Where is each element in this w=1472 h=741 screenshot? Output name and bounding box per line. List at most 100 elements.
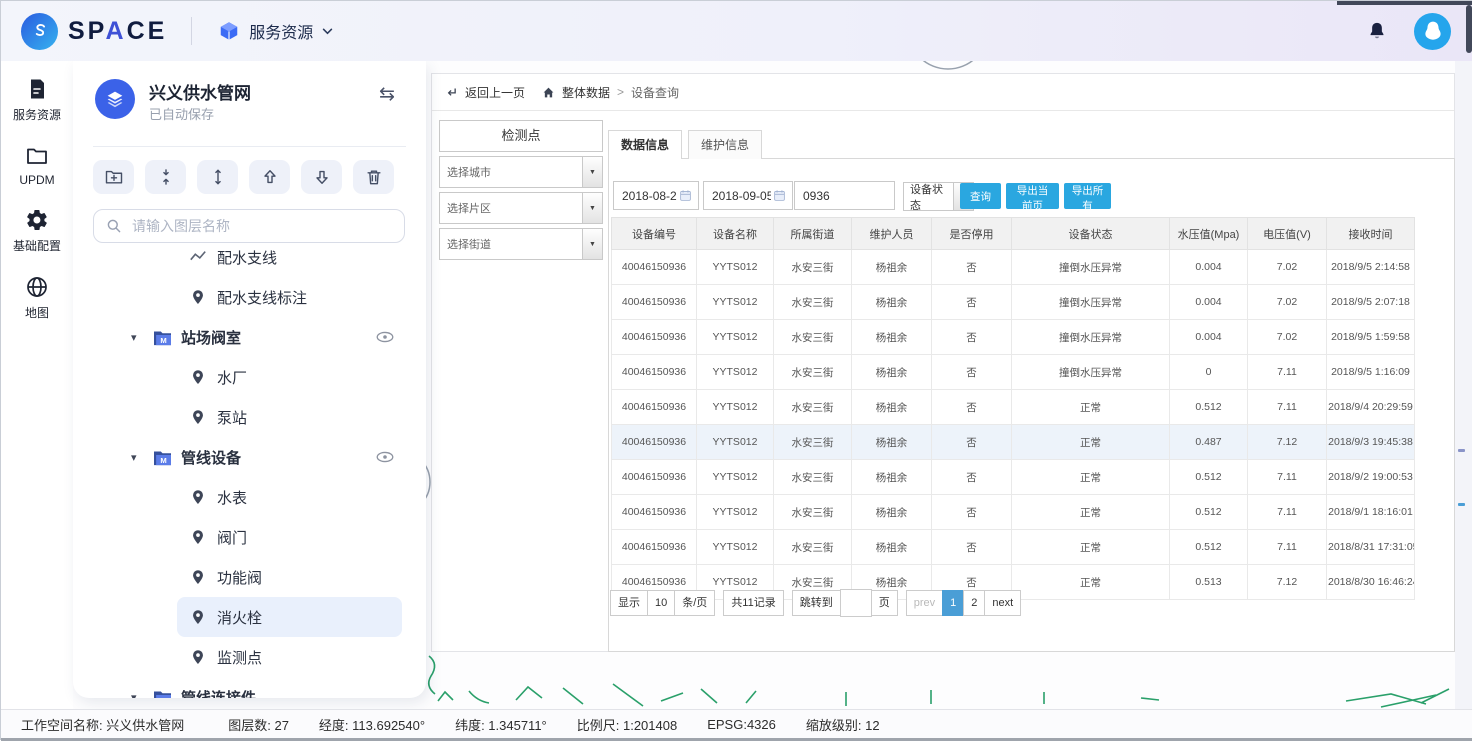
epsg-status: EPSG:4326 (707, 717, 776, 732)
table-row[interactable]: 40046150936YYTS012水安三街杨祖余否撞倒水压异常07.11201… (612, 355, 1415, 390)
layer-search-input[interactable] (130, 217, 374, 235)
select-city-placeholder: 选择城市 (440, 164, 582, 180)
layer-label: 阀门 (217, 527, 394, 548)
caret-down-icon[interactable]: ▾ (131, 691, 149, 699)
gear-icon (25, 208, 49, 232)
move-down-button[interactable] (301, 160, 342, 194)
breadcrumb-root[interactable]: 整体数据 (562, 84, 610, 101)
table-row[interactable]: 40046150936YYTS012水安三街杨祖余否正常0.5127.11201… (612, 530, 1415, 565)
sidebar-item-map[interactable]: 地图 (1, 275, 73, 321)
collapse-all-button[interactable] (145, 160, 186, 194)
caret-down-icon[interactable]: ▾ (131, 451, 149, 464)
layer-tree-item[interactable]: ▾ M 站场阀室 (123, 317, 402, 357)
workspace-title: 兴义供水管网 (149, 79, 251, 104)
calendar-icon[interactable] (773, 189, 786, 202)
eye-icon[interactable] (376, 331, 394, 343)
app-logo[interactable] (21, 13, 58, 50)
switch-workspace-icon[interactable]: ⇆ (379, 83, 395, 106)
table-cell: 0.004 (1170, 320, 1248, 355)
table-cell: 7.11 (1248, 390, 1327, 425)
layer-tree-item[interactable]: ▾ M 消火栓 (177, 597, 402, 637)
table-cell: YYTS012 (697, 285, 774, 320)
breadcrumb-back-link[interactable]: 返回上一页 (465, 84, 525, 101)
sidebar-item-service-resource[interactable]: 服务资源 (1, 77, 73, 123)
new-group-button[interactable] (93, 160, 134, 194)
layer-tree-item[interactable]: ▾ M 水表 (177, 477, 402, 517)
layer-tree-item[interactable]: ▾ M 功能阀 (177, 557, 402, 597)
dropdown-arrow-icon[interactable]: ▼ (582, 157, 602, 187)
table-row[interactable]: 40046150936YYTS012水安三街杨祖余否撞倒水压异常0.0047.0… (612, 250, 1415, 285)
table-row[interactable]: 40046150936YYTS012水安三街杨祖余否正常0.5127.11201… (612, 390, 1415, 425)
monitor-point-filter-panel: 检测点 选择城市 ▼ 选择片区 ▼ 选择街道 ▼ (439, 120, 603, 260)
column-header: 设备编号 (612, 218, 697, 250)
table-row[interactable]: 40046150936YYTS012水安三街杨祖余否正常0.5127.11201… (612, 495, 1415, 530)
table-cell: 40046150936 (612, 530, 697, 565)
table-cell: 撞倒水压异常 (1012, 355, 1170, 390)
table-cell: 0.512 (1170, 460, 1248, 495)
date-to-field[interactable] (703, 181, 793, 210)
table-row[interactable]: 40046150936YYTS012水安三街杨祖余否撞倒水压异常0.0047.0… (612, 285, 1415, 320)
table-row[interactable]: 40046150936YYTS012水安三街杨祖余否正常0.4877.12201… (612, 425, 1415, 460)
table-cell: 7.12 (1248, 565, 1327, 600)
date-from-field[interactable] (613, 181, 699, 210)
date-to-input[interactable] (710, 188, 773, 204)
layer-tree-item[interactable]: ▾ M 阀门 (177, 517, 402, 557)
layer-toolbar (93, 160, 394, 194)
tab-maintenance-info[interactable]: 维护信息 (688, 130, 762, 159)
arrow-down-icon (312, 167, 332, 187)
page-number-button[interactable]: 2 (963, 590, 985, 616)
nav-service-resource-menu[interactable]: 服务资源 (218, 19, 333, 43)
select-district-dropdown[interactable]: 选择片区 ▼ (439, 192, 603, 224)
layer-tree-item[interactable]: ▾ M 配水支线标注 (177, 277, 402, 317)
layer-tree-item[interactable]: ▾ M 管线设备 (123, 437, 402, 477)
table-cell: 0.513 (1170, 565, 1248, 600)
dropdown-arrow-icon[interactable]: ▼ (582, 229, 602, 259)
table-cell: 水安三街 (774, 250, 852, 285)
total-records-label: 共11记录 (723, 590, 783, 616)
table-row[interactable]: 40046150936YYTS012水安三街杨祖余否正常0.5127.11201… (612, 460, 1415, 495)
date-from-input[interactable] (620, 188, 679, 204)
dropdown-arrow-icon[interactable]: ▼ (582, 193, 602, 223)
page-number-button[interactable]: 1 (942, 590, 964, 616)
expand-all-button[interactable] (197, 160, 238, 194)
table-cell: 40046150936 (612, 495, 697, 530)
window-scrollbar-right[interactable] (1466, 5, 1472, 53)
select-city-dropdown[interactable]: 选择城市 ▼ (439, 156, 603, 188)
column-header: 是否停用 (932, 218, 1012, 250)
export-all-button[interactable]: 导出所有 (1064, 183, 1111, 209)
export-current-page-button[interactable]: 导出当前页 (1006, 183, 1059, 209)
layer-tree-item[interactable]: ▾ M 配水支线 (177, 237, 402, 277)
prev-page-button[interactable]: prev (906, 590, 943, 616)
return-arrow-icon (445, 86, 458, 99)
sidebar-item-updm[interactable]: UPDM (1, 144, 73, 187)
table-row[interactable]: 40046150936YYTS012水安三街杨祖余否撞倒水压异常0.0047.0… (612, 320, 1415, 355)
layer-tree-item[interactable]: ▾ M 水厂 (177, 357, 402, 397)
penguin-avatar-icon (1418, 16, 1448, 46)
table-cell: 2018/9/3 19:45:38 (1327, 425, 1415, 460)
caret-down-icon[interactable]: ▾ (131, 331, 149, 344)
device-keyword-field[interactable] (794, 181, 895, 210)
select-street-dropdown[interactable]: 选择街道 ▼ (439, 228, 603, 260)
jump-page-input[interactable] (840, 589, 872, 617)
tab-data-info[interactable]: 数据信息 (608, 130, 682, 159)
eye-icon[interactable] (376, 451, 394, 463)
search-button[interactable]: 查询 (960, 183, 1001, 209)
delete-layer-button[interactable] (353, 160, 394, 194)
user-avatar[interactable] (1414, 13, 1451, 50)
next-page-button[interactable]: next (984, 590, 1021, 616)
calendar-icon[interactable] (679, 189, 692, 202)
globe-icon (25, 275, 49, 299)
sidebar-item-base-config[interactable]: 基础配置 (1, 208, 73, 254)
table-cell: 撞倒水压异常 (1012, 320, 1170, 355)
table-cell: 7.11 (1248, 355, 1327, 390)
device-keyword-input[interactable] (801, 188, 888, 204)
page-size-value[interactable]: 10 (647, 590, 675, 616)
layer-tree-item[interactable]: ▾ M 监测点 (177, 637, 402, 677)
layer-tree-item[interactable]: ▾ M 管线连接件 (123, 677, 402, 698)
table-cell: 正常 (1012, 390, 1170, 425)
table-cell: 40046150936 (612, 425, 697, 460)
layer-tree-item[interactable]: ▾ M 泵站 (177, 397, 402, 437)
table-cell: 否 (932, 460, 1012, 495)
move-up-button[interactable] (249, 160, 290, 194)
notification-bell-icon[interactable] (1366, 20, 1388, 42)
